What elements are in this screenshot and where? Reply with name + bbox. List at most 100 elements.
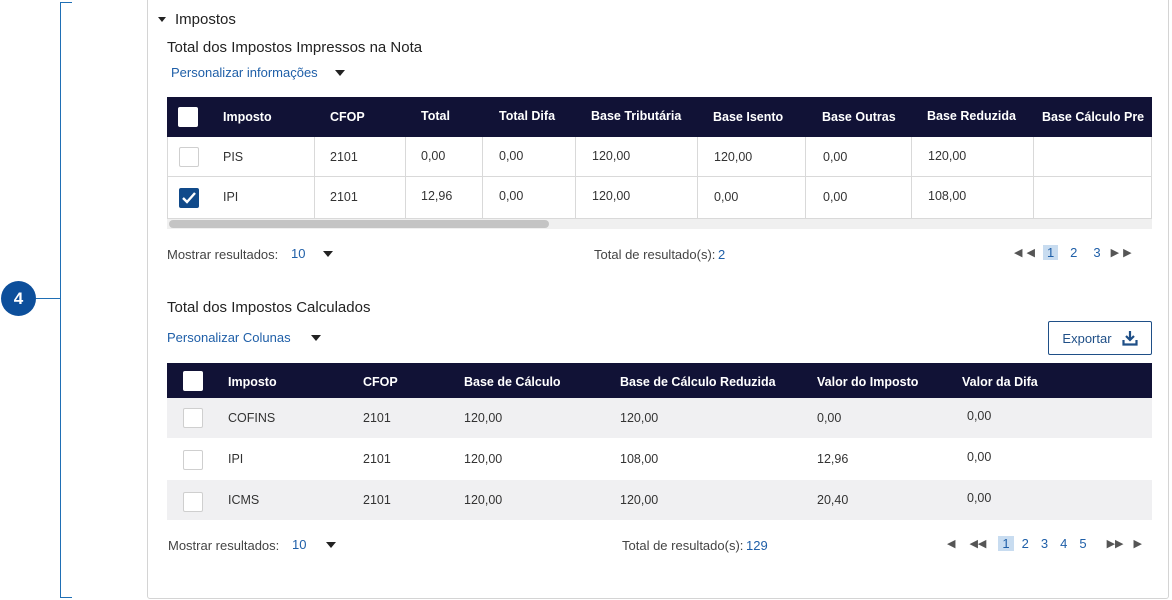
prev-page-icon[interactable]: ◀ <box>1026 246 1034 259</box>
cell-valor-difa: 0,00 <box>967 450 992 464</box>
cell-valor-difa: 0,00 <box>967 409 992 423</box>
cell-imposto: COFINS <box>228 411 276 425</box>
cell-base-calculo-reduzida: 120,00 <box>620 411 659 425</box>
first-page-icon[interactable]: ◀ <box>947 537 955 550</box>
col-header[interactable]: Valor do Imposto <box>817 363 918 400</box>
col-header[interactable]: Imposto <box>228 363 277 400</box>
printed-taxes-table: Imposto CFOP Total Total Difa Base Tribu… <box>167 97 1152 219</box>
section-toggle-impostos[interactable]: Impostos <box>158 11 236 28</box>
row-checkbox[interactable] <box>183 408 203 428</box>
calculated-total-value: 129 <box>746 538 768 553</box>
select-all-checkbox[interactable] <box>178 107 198 127</box>
cell-base-outras: 0,00 <box>823 190 848 204</box>
calculated-customize-label: Personalizar Colunas <box>167 330 291 345</box>
cell-base-reduzida: 120,00 <box>928 149 967 163</box>
col-header[interactable]: Base Cálculo Pre <box>1042 97 1144 137</box>
calculated-pagination: ◀ ◀◀ 1 2 3 4 5 ▶▶ ▶ <box>947 536 1142 551</box>
cell-imposto: IPI <box>228 452 244 466</box>
cell-imposto: IPI <box>223 190 239 204</box>
col-header[interactable]: Valor da Difa <box>962 363 1038 400</box>
cell-total: 0,00 <box>421 149 446 163</box>
cell-base-isento: 0,00 <box>714 190 739 204</box>
col-header[interactable]: CFOP <box>363 363 398 400</box>
cell-cfop: 2101 <box>330 150 358 164</box>
page-number[interactable]: 2 <box>1066 245 1081 260</box>
calculated-taxes-title: Total dos Impostos Calculados <box>167 299 371 316</box>
cell-base-isento: 120,00 <box>714 150 753 164</box>
step-badge: 4 <box>1 281 36 316</box>
col-header[interactable]: Total <box>421 97 450 135</box>
printed-pagination: ◀​ ◀ 1 2 3 ▶ ▶ <box>1014 245 1132 260</box>
caret-down-icon <box>310 334 321 341</box>
next-page-icon[interactable]: ▶ <box>1111 246 1119 259</box>
cell-total-difa: 0,00 <box>499 149 524 163</box>
cell-cfop: 2101 <box>363 493 391 507</box>
cell-total-difa: 0,00 <box>499 189 524 203</box>
cell-base-calculo-reduzida: 120,00 <box>620 493 659 507</box>
page-number[interactable]: 3 <box>1089 245 1104 260</box>
cell-base-calculo: 120,00 <box>464 452 503 466</box>
printed-customize-label: Personalizar informações <box>171 65 318 80</box>
printed-page-size-select[interactable]: 10 <box>291 246 334 261</box>
cell-base-calculo: 120,00 <box>464 411 503 425</box>
calculated-total-label: Total de resultado(s): <box>622 538 744 553</box>
printed-table-header: Imposto CFOP Total Total Difa Base Tribu… <box>167 97 1152 137</box>
col-header[interactable]: Base de Cálculo Reduzida <box>620 363 776 400</box>
col-header[interactable]: Base de Cálculo <box>464 363 561 400</box>
cell-valor-difa: 0,00 <box>967 491 992 505</box>
page-number[interactable]: 2 <box>1018 536 1033 551</box>
printed-customize-dropdown[interactable]: Personalizar informações <box>171 65 345 80</box>
table-row[interactable]: PIS 2101 0,00 0,00 120,00 120,00 0,00 12… <box>167 137 1152 177</box>
table-row[interactable]: IPI 2101 12,96 0,00 120,00 0,00 0,00 108… <box>167 177 1152 219</box>
cell-cfop: 2101 <box>363 452 391 466</box>
cell-base-calculo-reduzida: 108,00 <box>620 452 659 466</box>
annotation-bracket <box>60 2 72 598</box>
table-row[interactable]: ICMS 2101 120,00 120,00 20,40 0,00 <box>167 480 1152 520</box>
select-all-checkbox[interactable] <box>183 371 203 391</box>
first-page-icon[interactable]: ◀​ <box>1014 246 1022 259</box>
export-label: Exportar <box>1062 330 1112 346</box>
cell-base-calculo: 120,00 <box>464 493 503 507</box>
cell-imposto: ICMS <box>228 493 260 507</box>
cell-cfop: 2101 <box>330 190 358 204</box>
row-checkbox[interactable] <box>183 450 203 470</box>
cell-imposto: PIS <box>223 150 244 164</box>
page-number[interactable]: 4 <box>1056 536 1071 551</box>
printed-show-results-label: Mostrar resultados: <box>167 247 279 262</box>
col-header[interactable]: Base Isento <box>713 97 783 137</box>
download-icon <box>1121 331 1138 346</box>
printed-taxes-title: Total dos Impostos Impressos na Nota <box>167 39 423 56</box>
page-number[interactable]: 1 <box>1042 245 1059 260</box>
triangle-down-icon <box>158 17 166 22</box>
col-header[interactable]: CFOP <box>330 97 365 137</box>
page-size-value: 10 <box>291 246 306 261</box>
row-checkbox[interactable] <box>179 147 199 167</box>
cell-valor-imposto: 20,40 <box>817 493 849 507</box>
col-header[interactable]: Total Difa <box>499 97 555 135</box>
table-row[interactable]: IPI 2101 120,00 108,00 12,96 0,00 <box>167 438 1152 480</box>
next-page-icon[interactable]: ▶▶ <box>1107 537 1124 550</box>
section-title: Impostos <box>175 11 236 28</box>
last-page-icon[interactable]: ▶ <box>1123 246 1131 259</box>
caret-down-icon <box>326 541 337 548</box>
col-header[interactable]: Imposto <box>223 97 272 137</box>
last-page-icon[interactable]: ▶ <box>1133 537 1141 550</box>
page-number[interactable]: 1 <box>998 536 1014 551</box>
prev-page-icon[interactable]: ◀◀ <box>969 537 986 550</box>
printed-total-value: 2 <box>718 247 726 262</box>
export-button[interactable]: Exportar <box>1048 321 1152 355</box>
calculated-page-size-select[interactable]: 10 <box>292 537 337 552</box>
cell-valor-imposto: 12,96 <box>817 452 849 466</box>
col-header[interactable]: Base Outras <box>822 97 896 137</box>
col-header[interactable]: Base Tributária <box>591 97 681 135</box>
page-number[interactable]: 5 <box>1075 536 1090 551</box>
check-icon <box>182 192 196 204</box>
table-row[interactable]: COFINS 2101 120,00 120,00 0,00 0,00 <box>167 398 1152 438</box>
calculated-customize-dropdown[interactable]: Personalizar Colunas <box>167 330 321 345</box>
horizontal-scrollbar-thumb[interactable] <box>169 220 549 228</box>
col-header[interactable]: Base Reduzida <box>927 97 1016 135</box>
row-checkbox-checked[interactable] <box>179 188 199 208</box>
row-checkbox[interactable] <box>183 492 203 512</box>
page-number[interactable]: 3 <box>1037 536 1052 551</box>
cell-base-tributaria: 120,00 <box>592 149 631 163</box>
